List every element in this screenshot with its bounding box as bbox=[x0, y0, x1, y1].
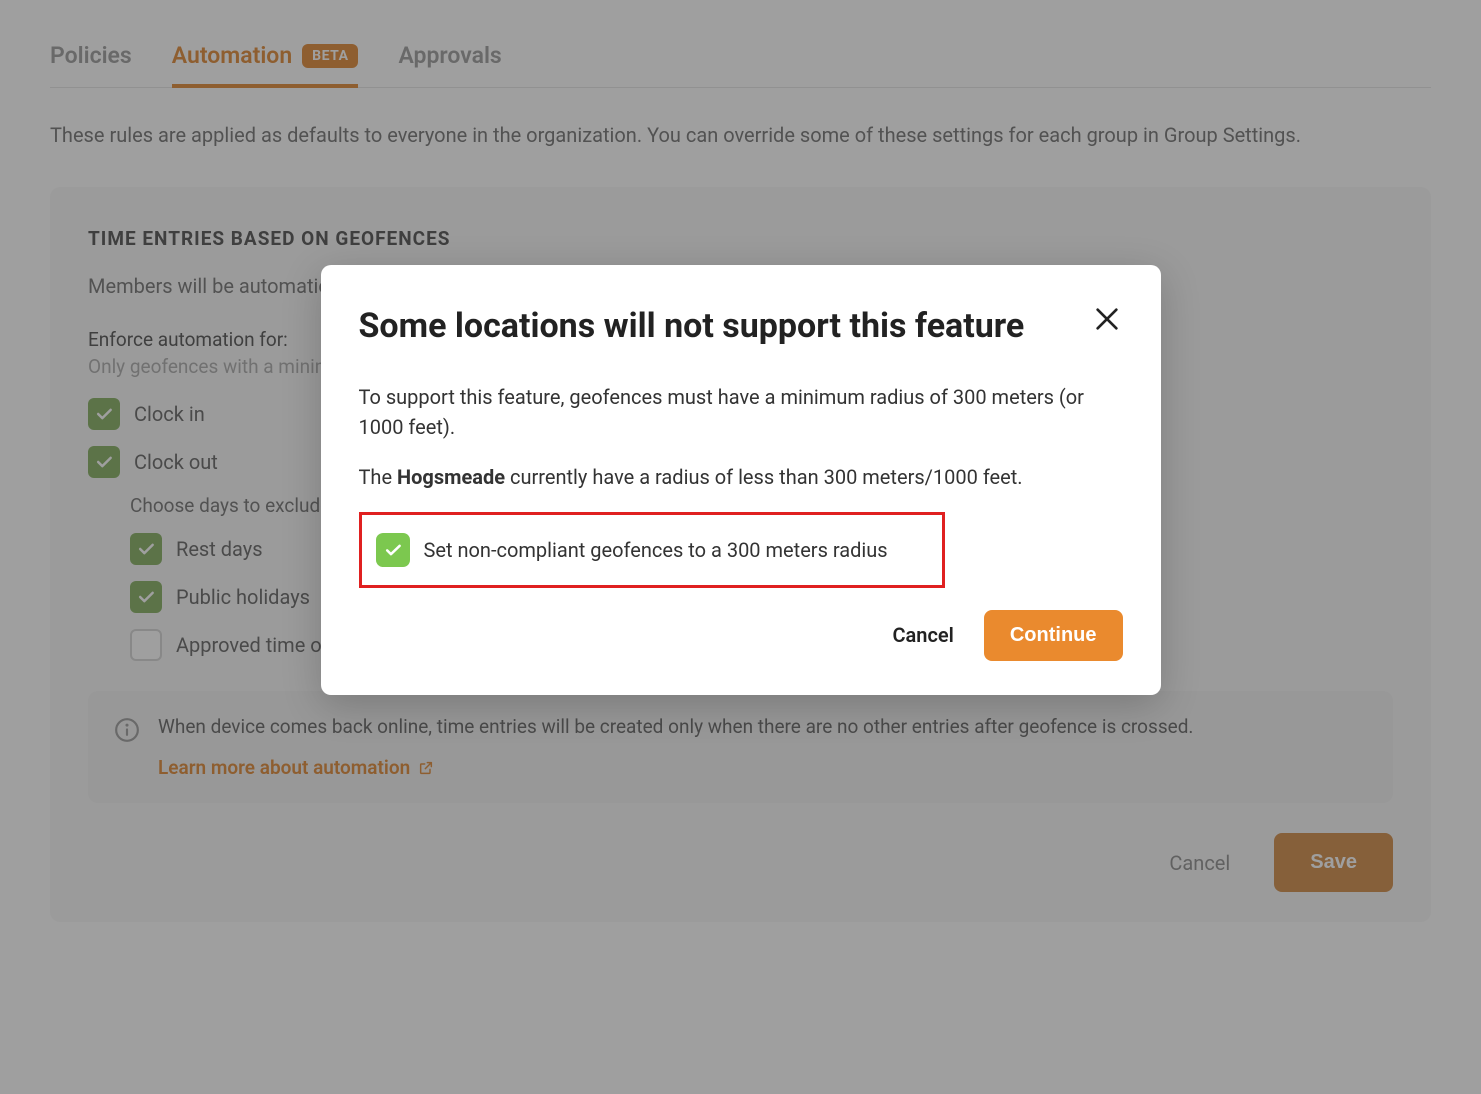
close-icon[interactable] bbox=[1091, 303, 1123, 335]
modal-body-2: The Hogsmeade currently have a radius of… bbox=[359, 462, 1123, 492]
modal-overlay: Some locations will not support this fea… bbox=[0, 0, 1481, 1094]
modal-title: Some locations will not support this fea… bbox=[359, 305, 1123, 348]
modal-actions: Cancel Continue bbox=[359, 610, 1123, 661]
modal-cancel-button[interactable]: Cancel bbox=[884, 611, 961, 659]
checkbox-set-noncompliant[interactable] bbox=[376, 533, 410, 567]
modal-body-1: To support this feature, geofences must … bbox=[359, 382, 1123, 442]
highlight-box: Set non-compliant geofences to a 300 met… bbox=[359, 512, 945, 588]
set-noncompliant-label: Set non-compliant geofences to a 300 met… bbox=[424, 538, 888, 562]
check-icon bbox=[383, 540, 403, 560]
modal: Some locations will not support this fea… bbox=[321, 265, 1161, 695]
modal-continue-button[interactable]: Continue bbox=[984, 610, 1123, 661]
